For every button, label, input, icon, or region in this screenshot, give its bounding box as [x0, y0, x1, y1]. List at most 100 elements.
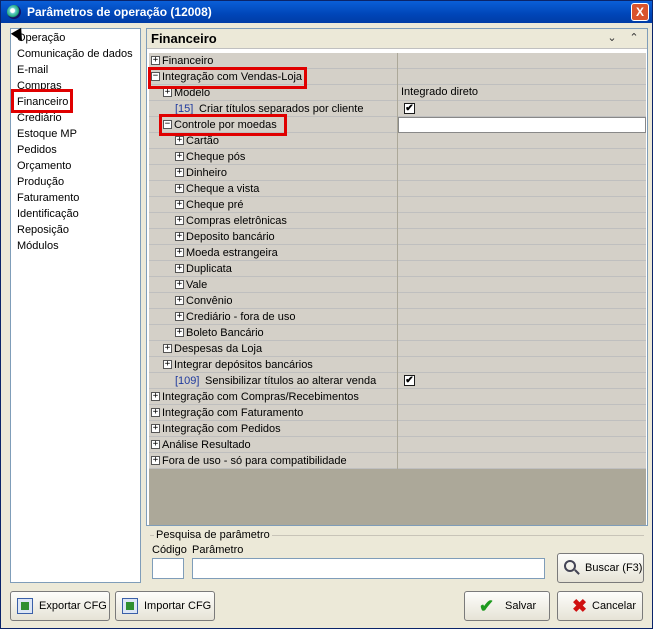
- sidebar-item-identificacao[interactable]: Identificação: [17, 206, 79, 222]
- grid-row[interactable]: + Cheque a vista: [149, 181, 646, 197]
- exportar-cfg-button[interactable]: Exportar CFG: [10, 591, 110, 621]
- grid-row[interactable]: + Duplicata: [149, 261, 646, 277]
- expand-icon[interactable]: +: [175, 264, 184, 273]
- row-label: Crediário - fora de uso: [186, 311, 296, 323]
- parametro-input[interactable]: [192, 558, 545, 579]
- parameters-panel: Financeiro ⌄ ⌃ + Financeiro − Integração c…: [146, 28, 648, 526]
- expand-icon[interactable]: +: [151, 56, 160, 65]
- highlight-controle-moedas: [159, 114, 287, 136]
- sidebar-item-operacao[interactable]: Operação: [17, 30, 65, 46]
- row-label: Integração com Compras/Recebimentos: [162, 391, 359, 403]
- expand-icon[interactable]: +: [151, 424, 160, 433]
- parameter-grid: + Financeiro − Integração com Vendas-Loja …: [148, 53, 646, 525]
- expand-icon[interactable]: +: [175, 200, 184, 209]
- expand-icon[interactable]: +: [175, 168, 184, 177]
- expand-icon[interactable]: +: [175, 184, 184, 193]
- grid-row[interactable]: + Cheque pré: [149, 197, 646, 213]
- app-icon: [7, 5, 21, 19]
- grid-row[interactable]: + Integração com Pedidos: [149, 421, 646, 437]
- grid-row[interactable]: + Análise Resultado: [149, 437, 646, 453]
- grid-row[interactable]: + Fora de uso - só para compatibilidade: [149, 453, 646, 469]
- codigo-label: Código: [152, 544, 187, 556]
- close-button[interactable]: X: [631, 3, 649, 21]
- expand-icon[interactable]: +: [151, 392, 160, 401]
- sidebar-item-modulos[interactable]: Módulos: [17, 238, 59, 254]
- sidebar-item-email[interactable]: E-mail: [17, 62, 48, 78]
- grid-row[interactable]: + Dinheiro: [149, 165, 646, 181]
- grid-row[interactable]: + Cheque pós: [149, 149, 646, 165]
- importar-label: Importar CFG: [144, 600, 212, 612]
- import-icon: [122, 598, 138, 614]
- grid-row[interactable]: + Moeda estrangeira: [149, 245, 646, 261]
- codigo-input[interactable]: [152, 558, 184, 579]
- highlight-financeiro: [11, 89, 73, 113]
- sidebar-item-reposicao[interactable]: Reposição: [17, 222, 69, 238]
- expand-icon[interactable]: +: [175, 328, 184, 337]
- expand-icon[interactable]: +: [175, 232, 184, 241]
- row-label: Análise Resultado: [162, 439, 251, 451]
- window-title: Parâmetros de operação (12008): [27, 5, 212, 19]
- grid-row[interactable]: + Integração com Faturamento: [149, 405, 646, 421]
- highlight-integracao-vendas: [148, 67, 307, 89]
- param-checkbox[interactable]: ✔: [404, 375, 415, 386]
- expand-icon[interactable]: +: [175, 248, 184, 257]
- sidebar-item-orcamento[interactable]: Orçamento: [17, 158, 71, 174]
- importar-cfg-button[interactable]: Importar CFG: [115, 591, 215, 621]
- grid-row[interactable]: [109] Sensibilizar títulos ao alterar ven…: [149, 373, 646, 389]
- expand-icon[interactable]: +: [175, 216, 184, 225]
- expand-icon[interactable]: +: [151, 440, 160, 449]
- grid-row[interactable]: + Deposito bancário: [149, 229, 646, 245]
- magnifier-icon: [564, 560, 576, 572]
- chevron-down-icon[interactable]: ⌄: [605, 31, 619, 45]
- row-label: Moeda estrangeira: [186, 247, 278, 259]
- search-legend: Pesquisa de parâmetro: [154, 529, 272, 541]
- grid-row[interactable]: + Boleto Bancário: [149, 325, 646, 341]
- chevron-up-icon[interactable]: ⌃: [627, 31, 641, 45]
- grid-row[interactable]: + Vale: [149, 277, 646, 293]
- panel-title: Financeiro: [151, 31, 217, 46]
- parameters-window: Parâmetros de operação (12008) X Operaçã…: [0, 0, 653, 629]
- expand-icon[interactable]: +: [175, 280, 184, 289]
- expand-icon[interactable]: +: [175, 152, 184, 161]
- sidebar-item-producao[interactable]: Produção: [17, 174, 64, 190]
- expand-icon[interactable]: +: [175, 136, 184, 145]
- buscar-button[interactable]: Buscar (F3): [557, 553, 644, 583]
- grid-row[interactable]: + Compras eletrônicas: [149, 213, 646, 229]
- expand-icon[interactable]: +: [163, 344, 172, 353]
- row-label: Integração com Faturamento: [162, 407, 304, 419]
- row-label: Cheque pós: [186, 151, 246, 163]
- sidebar-item-pedidos[interactable]: Pedidos: [17, 142, 57, 158]
- sidebar-item-faturamento[interactable]: Faturamento: [17, 190, 79, 206]
- row-label: Dinheiro: [186, 167, 227, 179]
- cancelar-label: Cancelar: [592, 600, 637, 612]
- row-label: Convênio: [186, 295, 233, 307]
- expand-icon[interactable]: +: [163, 88, 172, 97]
- expand-icon[interactable]: +: [151, 456, 160, 465]
- expand-icon[interactable]: +: [175, 312, 184, 321]
- expand-icon[interactable]: +: [163, 360, 172, 369]
- panel-header: Financeiro ⌄ ⌃: [147, 29, 647, 49]
- grid-row[interactable]: + Crediário - fora de uso: [149, 309, 646, 325]
- modelo-value[interactable]: Integrado direto: [401, 86, 478, 98]
- row-label: Vale: [186, 279, 208, 291]
- export-icon: [17, 598, 33, 614]
- param-checkbox[interactable]: ✔: [404, 103, 415, 114]
- grid-row[interactable]: + Integração com Compras/Recebimentos: [149, 389, 646, 405]
- grid-row[interactable]: + Integrar depósitos bancários: [149, 357, 646, 373]
- row-label: Boleto Bancário: [186, 327, 264, 339]
- title-bar: Parâmetros de operação (12008) X: [1, 1, 652, 23]
- sidebar-item-comunicacao[interactable]: Comunicação de dados: [17, 46, 133, 62]
- row-label: Integração com Pedidos: [162, 423, 281, 435]
- row-label: Despesas da Loja: [174, 343, 263, 355]
- cancel-icon: ✖: [572, 596, 588, 616]
- row-label: Cheque a vista: [186, 183, 260, 195]
- cancelar-button[interactable]: ✖ Cancelar: [557, 591, 643, 621]
- salvar-button[interactable]: ✔ Salvar: [464, 591, 550, 621]
- expand-icon[interactable]: +: [175, 296, 184, 305]
- salvar-label: Salvar: [505, 600, 537, 612]
- row-label: Deposito bancário: [186, 231, 275, 243]
- grid-row[interactable]: + Despesas da Loja: [149, 341, 646, 357]
- grid-row[interactable]: + Convênio: [149, 293, 646, 309]
- expand-icon[interactable]: +: [151, 408, 160, 417]
- sidebar-item-estoque-mp[interactable]: Estoque MP: [17, 126, 77, 142]
